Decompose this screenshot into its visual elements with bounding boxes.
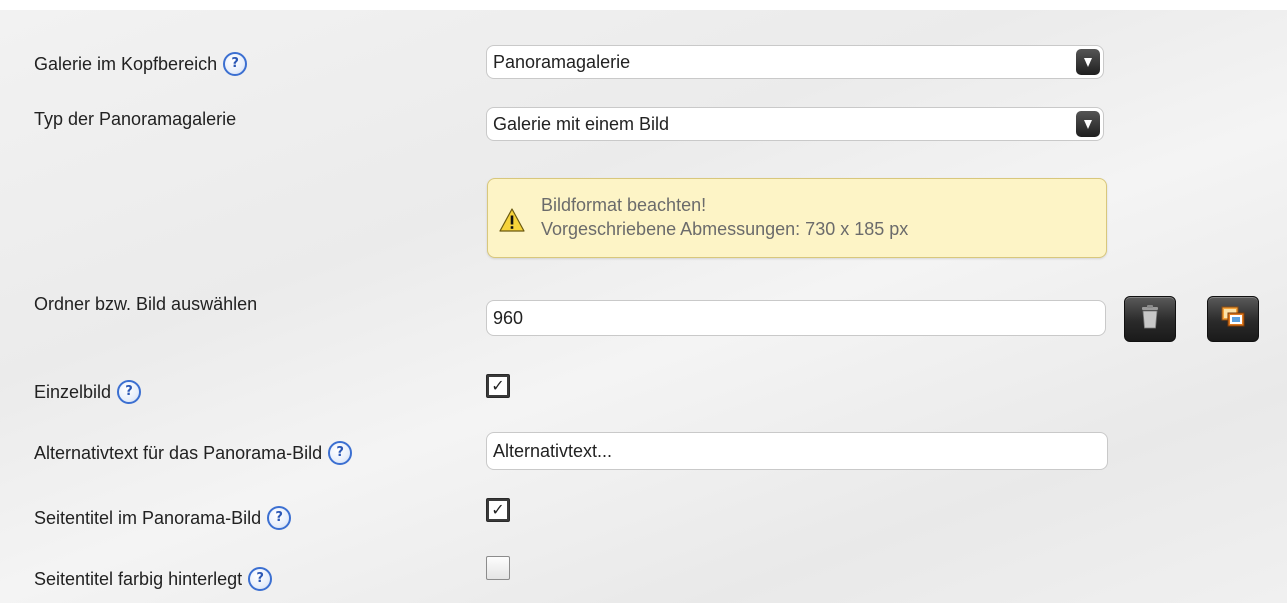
warning-title: Bildformat beachten!: [541, 195, 707, 215]
folder-label: Ordner bzw. Bild auswählen: [34, 294, 258, 314]
chevron-down-icon[interactable]: [1076, 49, 1100, 75]
chevron-down-icon[interactable]: [1076, 111, 1100, 137]
panorama-type-label-row: Typ der Panoramagalerie: [34, 109, 236, 130]
page-title-in-image-checkbox[interactable]: ✓: [486, 498, 510, 522]
help-icon[interactable]: ?: [328, 441, 353, 465]
page-title-in-image-label: Seitentitel im Panorama-Bild: [34, 507, 262, 528]
browse-image-button[interactable]: [1207, 296, 1259, 342]
warning-triangle-icon: [499, 208, 525, 237]
panorama-type-label: Typ der Panoramagalerie: [34, 109, 237, 129]
folder-input[interactable]: [486, 300, 1106, 336]
help-icon[interactable]: ?: [223, 52, 248, 76]
gallery-header-label: Galerie im Kopfbereich: [34, 53, 218, 74]
trash-icon: [1140, 304, 1160, 334]
help-icon[interactable]: ?: [267, 506, 292, 530]
warning-text: Vorgeschriebene Abmessungen: 730 x 185 p…: [541, 219, 909, 239]
image-format-warning: Bildformat beachten! Vorgeschriebene Abm…: [487, 178, 1107, 258]
image-folder-icon: [1221, 306, 1245, 333]
alt-text-input[interactable]: [486, 432, 1108, 470]
help-icon[interactable]: ?: [117, 380, 142, 404]
gallery-header-select[interactable]: Panoramagalerie: [486, 45, 1104, 79]
alt-text-label-row: Alternativtext für das Panorama-Bild ?: [34, 441, 353, 465]
delete-image-button[interactable]: [1124, 296, 1176, 342]
page-title-colored-checkbox[interactable]: [486, 556, 510, 580]
single-image-label: Einzelbild: [34, 381, 112, 402]
gallery-header-label-row: Galerie im Kopfbereich ?: [34, 52, 248, 76]
help-icon[interactable]: ?: [248, 567, 273, 591]
checkmark-icon: ✓: [491, 376, 505, 395]
checkmark-icon: ✓: [491, 500, 505, 519]
single-image-label-row: Einzelbild ?: [34, 380, 142, 404]
alt-text-label: Alternativtext für das Panorama-Bild: [34, 442, 323, 463]
page-title-colored-label: Seitentitel farbig hinterlegt: [34, 568, 243, 589]
panorama-type-select-value: Galerie mit einem Bild: [493, 113, 670, 134]
gallery-header-select-value: Panoramagalerie: [493, 51, 631, 72]
page-title-in-image-label-row: Seitentitel im Panorama-Bild ?: [34, 506, 292, 530]
single-image-checkbox[interactable]: ✓: [486, 374, 510, 398]
page-title-colored-label-row: Seitentitel farbig hinterlegt ?: [34, 567, 273, 591]
panorama-type-select[interactable]: Galerie mit einem Bild: [486, 107, 1104, 141]
folder-label-row: Ordner bzw. Bild auswählen: [34, 294, 257, 315]
